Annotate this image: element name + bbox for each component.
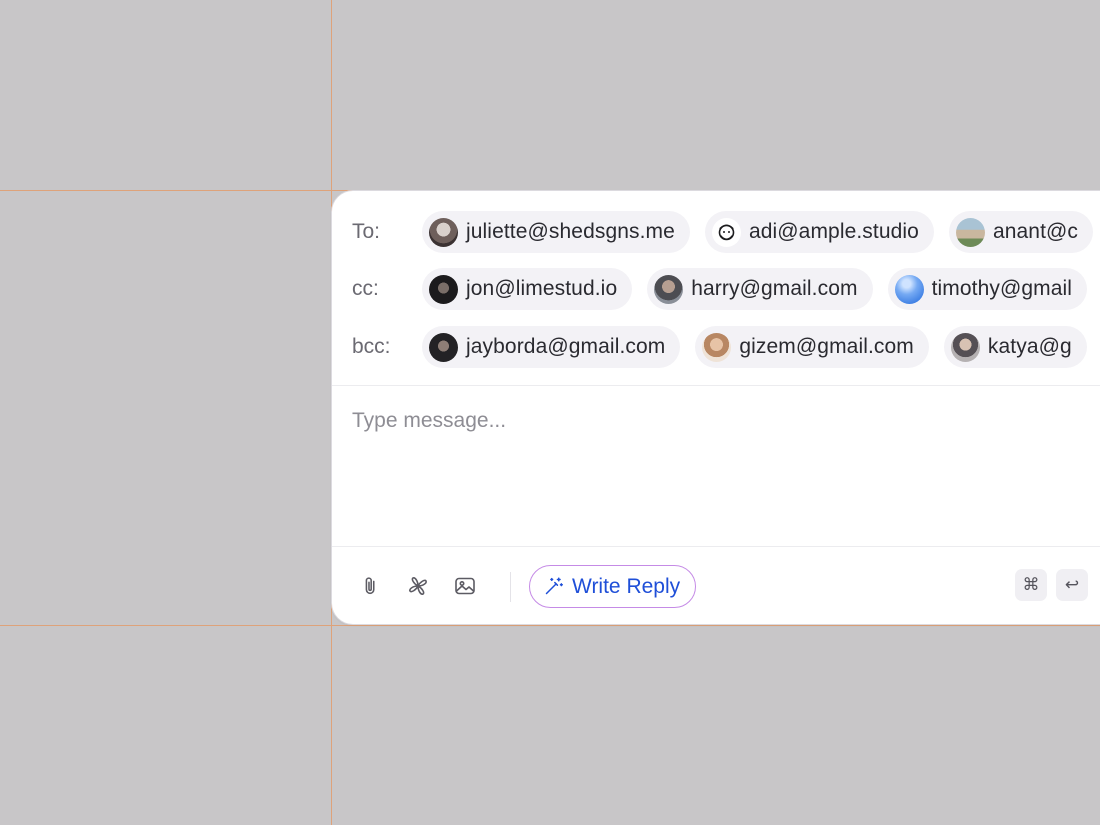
recipient-email: juliette@shedsgns.me <box>466 220 675 243</box>
cc-chips: jon@limestud.io harry@gmail.com timothy@… <box>422 268 1088 310</box>
avatar <box>654 274 684 304</box>
avatar <box>955 217 985 247</box>
recipient-email: adi@ample.studio <box>748 220 919 243</box>
magic-wand-icon <box>543 576 564 597</box>
recipient-chip[interactable]: gizem@gmail.com <box>695 326 929 368</box>
bcc-chips: jayborda@gmail.com gizem@gmail.com katya… <box>422 326 1087 368</box>
pinwheel-icon[interactable] <box>404 572 432 600</box>
recipient-email: katya@g <box>987 335 1072 358</box>
avatar <box>950 332 980 362</box>
avatar <box>429 274 458 304</box>
avatar <box>429 332 458 362</box>
recipient-email: timothy@gmail <box>931 277 1073 300</box>
recipient-email: jon@limestud.io <box>466 277 618 300</box>
cc-label: cc: <box>352 277 379 300</box>
toolbar-divider <box>510 572 511 602</box>
recipient-email: harry@gmail.com <box>691 277 858 300</box>
recipient-email: jayborda@gmail.com <box>466 335 666 358</box>
image-icon[interactable] <box>451 572 479 600</box>
command-key-icon: ⌘ <box>1015 569 1047 601</box>
recipient-chip[interactable]: adi@ample.studio <box>704 211 934 253</box>
write-reply-button[interactable]: Write Reply <box>529 565 697 608</box>
recipient-email: gizem@gmail.com <box>739 335 914 358</box>
guide-line-bottom <box>0 625 1100 626</box>
avatar <box>702 332 732 362</box>
to-chips: juliette@shedsgns.me adi@ample.studio an… <box>422 211 1094 253</box>
recipient-chip[interactable]: jayborda@gmail.com <box>422 326 681 368</box>
recipient-chip[interactable]: anant@c <box>948 211 1094 253</box>
to-label: To: <box>352 220 381 243</box>
avatar-illustration <box>718 224 735 240</box>
return-key-icon: ↩ <box>1056 569 1088 601</box>
recipient-chip[interactable]: timothy@gmail <box>887 268 1088 310</box>
recipients-section: To: juliette@shedsgns.me adi@ample.studi… <box>332 191 1100 386</box>
message-input[interactable]: Type message... <box>352 409 506 433</box>
recipient-email: anant@c <box>992 220 1079 243</box>
avatar <box>711 217 741 247</box>
email-composer: To: juliette@shedsgns.me adi@ample.studi… <box>331 190 1100 625</box>
recipient-chip[interactable]: harry@gmail.com <box>647 268 873 310</box>
paperclip-icon[interactable] <box>357 572 385 600</box>
recipient-chip[interactable]: katya@g <box>943 326 1087 368</box>
avatar <box>429 217 458 247</box>
bcc-label: bcc: <box>352 335 391 358</box>
recipient-chip[interactable]: juliette@shedsgns.me <box>422 211 690 253</box>
avatar <box>894 274 924 304</box>
recipient-chip[interactable]: jon@limestud.io <box>422 268 633 310</box>
composer-toolbar: Write Reply ⌘ ↩ <box>332 546 1100 624</box>
write-reply-label: Write Reply <box>572 574 681 598</box>
